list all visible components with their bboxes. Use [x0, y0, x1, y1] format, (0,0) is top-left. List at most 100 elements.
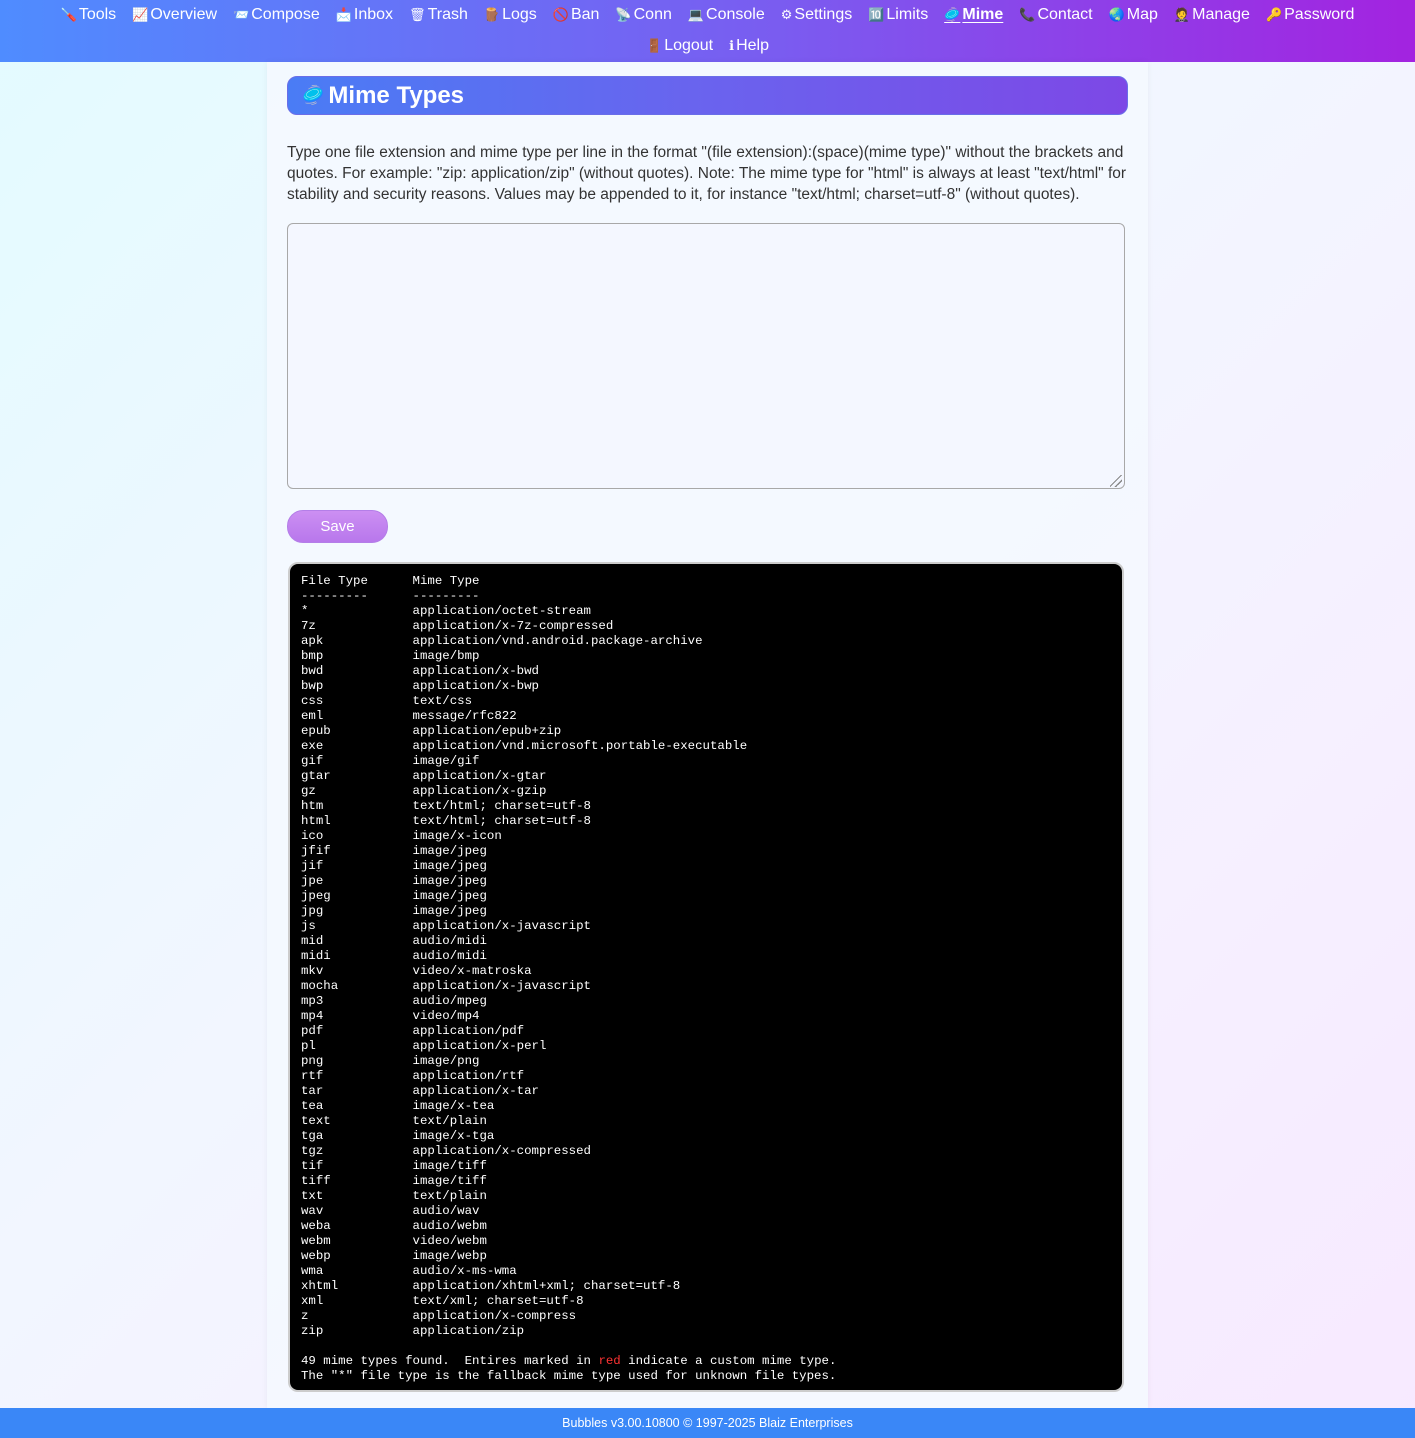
- summary-text: 49 mime types found. Entires marked in: [301, 1354, 599, 1368]
- mime-type-row: png image/png: [301, 1054, 480, 1068]
- mime-type-row: tea image/x-tea: [301, 1099, 495, 1113]
- nav-item-label: Help: [736, 37, 769, 54]
- nav-item-manage[interactable]: 🤵 Manage: [1174, 4, 1250, 26]
- nav-item-contact[interactable]: 📞 Contact: [1019, 4, 1092, 26]
- resize-grip-icon[interactable]: [1110, 475, 1122, 487]
- nav-item-password[interactable]: 🔑 Password: [1266, 4, 1354, 26]
- mime-type-row: css text/css: [301, 694, 473, 708]
- console-output: File Type Mime Type --------- --------- * …: [301, 574, 836, 1384]
- trash-icon: 🗑: [409, 7, 426, 22]
- nav-item-logs[interactable]: 🪵 Logs: [484, 4, 537, 26]
- ban-icon: 🚫: [552, 7, 569, 22]
- mime-type-row: text text/plain: [301, 1114, 487, 1128]
- mime-type-row: js application/x-javascript: [301, 919, 591, 933]
- mime-type-row: mp3 audio/mpeg: [301, 994, 487, 1008]
- overview-icon: 📈: [132, 7, 149, 22]
- mime-type-row: tga image/x-tga: [301, 1129, 495, 1143]
- mime-type-row: eml message/rfc822: [301, 709, 517, 723]
- nav-item-trash[interactable]: 🗑 Trash: [409, 4, 468, 26]
- mime-type-row: ico image/x-icon: [301, 829, 502, 843]
- nav-item-help[interactable]: ℹ Help: [729, 35, 769, 57]
- page-title: Mime Types: [328, 81, 465, 109]
- mime-type-row: gif image/gif: [301, 754, 480, 768]
- mime-type-row: jif image/jpeg: [301, 859, 487, 873]
- nav-item-conn[interactable]: 📡 Conn: [615, 4, 671, 26]
- nav-item-label: Password: [1284, 6, 1355, 23]
- help-icon: ℹ: [729, 38, 735, 53]
- mime-type-row: midi audio/midi: [301, 949, 487, 963]
- mime-type-row: wma audio/x-ms-wma: [301, 1264, 517, 1278]
- nav-item-inbox[interactable]: 📩 Inbox: [336, 4, 393, 26]
- mime-type-row: epub application/epub+zip: [301, 724, 562, 738]
- nav-item-label: Conn: [633, 6, 672, 23]
- mime-type-row: pl application/x-perl: [301, 1039, 547, 1053]
- map-icon: 🌏: [1108, 7, 1125, 22]
- nav-item-label: Overview: [150, 6, 218, 23]
- nav-item-mime[interactable]: 🥏 Mime: [944, 4, 1003, 26]
- mime-type-row: mp4 video/mp4: [301, 1009, 480, 1023]
- mime-type-row: gz application/x-gzip: [301, 784, 547, 798]
- conn-icon: 📡: [615, 7, 632, 22]
- nav-item-label: Settings: [794, 6, 853, 23]
- inbox-icon: 📩: [335, 7, 352, 22]
- mime-type-row: 7z application/x-7z-compressed: [301, 619, 614, 633]
- mime-type-row: weba audio/webm: [301, 1219, 487, 1233]
- settings-icon: ⚙: [780, 7, 793, 22]
- mime-type-row: * application/octet-stream: [301, 604, 591, 618]
- footer-text: Bubbles v3.00.10800 © 1997-2025 Blaiz En…: [562, 1416, 853, 1430]
- nav-item-label: Inbox: [353, 6, 394, 23]
- console-header-row: File Type Mime Type: [301, 574, 480, 588]
- mime-type-row: webm video/webm: [301, 1234, 487, 1248]
- mime-types-input[interactable]: [287, 223, 1125, 489]
- mime-type-row: gtar application/x-gtar: [301, 769, 547, 783]
- mime-type-row: tgz application/x-compressed: [301, 1144, 591, 1158]
- nav-item-ban[interactable]: 🚫 Ban: [553, 4, 600, 26]
- nav-item-label: Console: [706, 6, 765, 23]
- nav-item-map[interactable]: 🌏 Map: [1109, 4, 1158, 26]
- nav-item-label: Compose: [251, 6, 320, 23]
- mime-type-row: bwd application/x-bwd: [301, 664, 539, 678]
- nav-item-label: Contact: [1037, 6, 1093, 23]
- limits-icon: 🔟: [868, 7, 885, 22]
- mime-type-row: bwp application/x-bwp: [301, 679, 539, 693]
- nav-item-tools[interactable]: 🪛 Tools: [61, 4, 117, 26]
- main-panel: 🥏 Mime Types Type one file extension and…: [267, 62, 1148, 1408]
- nav-item-label: Mime: [962, 6, 1004, 23]
- nav-item-console[interactable]: 💻 Console: [688, 4, 765, 26]
- mime-type-row: html text/html; charset=utf-8: [301, 814, 591, 828]
- save-button[interactable]: Save: [287, 510, 388, 543]
- nav-row-secondary: 🚪 Logout ℹ Help: [0, 35, 1415, 57]
- mime-type-row: xhtml application/xhtml+xml; charset=utf…: [301, 1279, 681, 1293]
- mime-type-row: txt text/plain: [301, 1189, 487, 1203]
- mime-type-row: mid audio/midi: [301, 934, 487, 948]
- manage-icon: 🤵: [1173, 7, 1191, 22]
- mime-type-row: bmp image/bmp: [301, 649, 480, 663]
- summary-text-end: indicate a custom mime type.: [620, 1354, 837, 1368]
- nav-item-settings[interactable]: ⚙ Settings: [781, 4, 852, 26]
- footer: Bubbles v3.00.10800 © 1997-2025 Blaiz En…: [0, 1408, 1415, 1438]
- mime-type-row: tif image/tiff: [301, 1159, 487, 1173]
- nav-item-label: Map: [1126, 6, 1158, 23]
- nav-item-label: Logs: [502, 6, 537, 23]
- disc-icon: 🥏: [302, 85, 325, 105]
- compose-icon: 📨: [233, 7, 250, 22]
- nav-item-logout[interactable]: 🚪 Logout: [646, 35, 713, 57]
- mime-type-row: jfif image/jpeg: [301, 844, 487, 858]
- console-separator-row: --------- ---------: [301, 589, 480, 603]
- mime-type-row: rtf application/rtf: [301, 1069, 525, 1083]
- console-summary-line: 49 mime types found. Entires marked in r…: [301, 1354, 836, 1369]
- top-navigation: 🪛 Tools 📈 Overview 📨 Compose 📩 Inbox 🗑 Trash 🪵 Logs…: [0, 0, 1415, 62]
- mime-type-row: z application/x-compress: [301, 1309, 577, 1323]
- tools-icon: 🪛: [60, 7, 77, 22]
- mime-type-row: webp image/webp: [301, 1249, 487, 1263]
- nav-item-limits[interactable]: 🔟 Limits: [868, 4, 928, 26]
- contact-icon: 📞: [1019, 7, 1036, 22]
- nav-item-label: Limits: [886, 6, 929, 23]
- mime-types-console: File Type Mime Type --------- --------- * …: [288, 562, 1124, 1392]
- mime-type-row: jpeg image/jpeg: [301, 889, 487, 903]
- nav-item-compose[interactable]: 📨 Compose: [233, 4, 320, 26]
- nav-item-overview[interactable]: 📈 Overview: [132, 4, 217, 26]
- nav-item-label: Trash: [427, 6, 468, 23]
- mime-type-row: pdf application/pdf: [301, 1024, 525, 1038]
